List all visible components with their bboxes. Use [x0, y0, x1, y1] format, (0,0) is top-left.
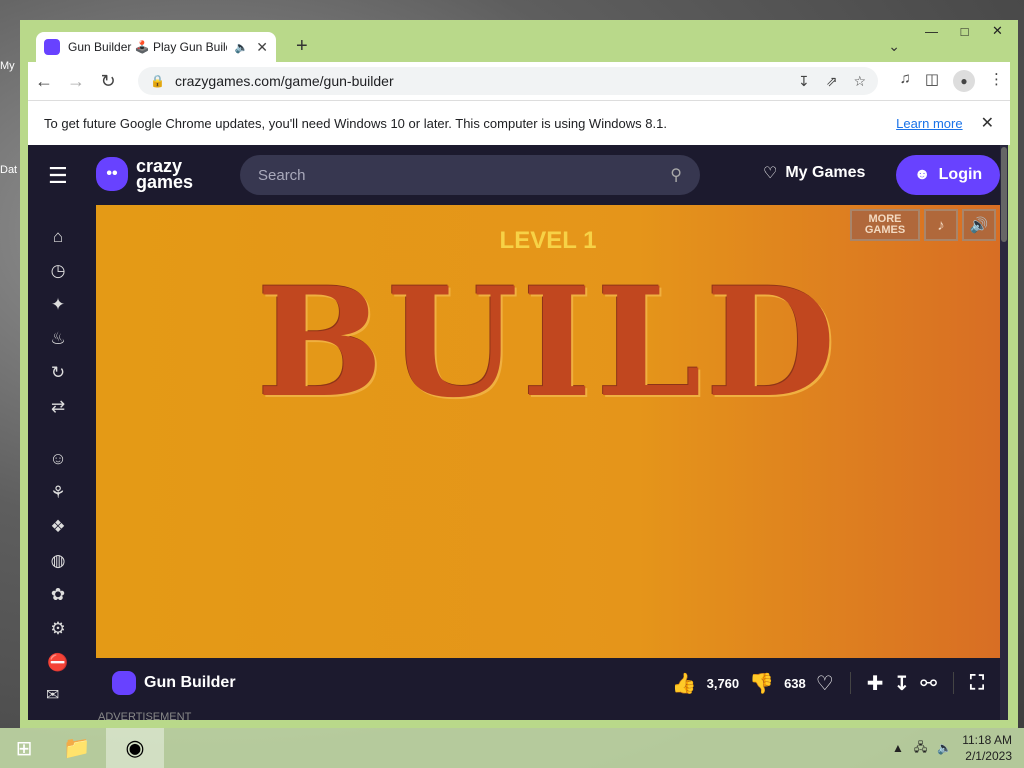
flower-icon[interactable]: ✿ [46, 585, 70, 609]
clock-icon[interactable]: ◷ [46, 261, 70, 285]
user-icon: ☻ [913, 166, 931, 183]
refresh-icon[interactable]: ↻ [46, 363, 70, 387]
login-label: Login [938, 166, 983, 183]
advertisement-label: ADVERTISEMENT [98, 711, 192, 720]
site-header: ☰ •• crazy games Search ⚲ ♡ My Games ☻ L… [28, 145, 1008, 205]
browser-window: — □ ✕ Gun Builder 🕹️ Play Gun Builder 🔈 … [20, 20, 1018, 728]
login-button[interactable]: ☻ Login [896, 155, 1000, 195]
game-logo-icon [112, 671, 136, 695]
windows-start-icon[interactable]: ⊞ [0, 728, 48, 768]
browser-toolbar: ← → ↻ 🔒 crazygames.com/game/gun-builder … [28, 62, 1010, 100]
file-explorer-icon[interactable]: 📁 [48, 728, 106, 768]
sidebar: ⌂ ◷ ✦ ♨ ↻ ⇄ ☺ ⚘ ❖ ◍ ✿ ⚙ ⛔ ✉ [28, 205, 88, 720]
heart-icon: ♡ [763, 165, 778, 182]
url-text: crazygames.com/game/gun-builder [174, 73, 394, 89]
bike-icon[interactable]: ⚙ [46, 619, 70, 643]
clock-date: 2/1/2023 [965, 749, 1012, 763]
fullscreen-icon[interactable]: ⛶ [970, 672, 984, 695]
divider [849, 672, 851, 694]
profile-avatar-icon[interactable]: ● [953, 70, 975, 92]
home-icon[interactable]: ⌂ [46, 227, 70, 251]
learn-more-link[interactable]: Learn more [896, 116, 962, 131]
menu-collapse-icon[interactable]: ☰ [48, 163, 68, 189]
menu-kebab-icon[interactable]: ⋮ [989, 70, 1004, 92]
shuffle-icon[interactable]: ⇄ [46, 397, 70, 421]
infobar-message: To get future Google Chrome updates, you… [44, 115, 667, 131]
embed-icon[interactable]: ✚ [867, 671, 884, 696]
install-icon[interactable]: ↧ [798, 73, 810, 90]
media-control-icon[interactable]: ♫ [900, 70, 911, 92]
web-page: ☰ •• crazy games Search ⚲ ♡ My Games ☻ L… [28, 145, 1008, 720]
star-icon[interactable]: ☆ [853, 73, 866, 90]
sparkle-icon[interactable]: ✦ [46, 295, 70, 319]
scrollbar-thumb[interactable] [1001, 147, 1007, 242]
system-tray: ▲ 🖧 🔈 11:18 AM 2/1/2023 [892, 732, 1024, 764]
my-games-button[interactable]: ♡ My Games [763, 163, 865, 183]
site-logo[interactable]: •• crazy games [96, 157, 193, 191]
my-games-label: My Games [785, 164, 866, 181]
compass-icon[interactable]: ❖ [46, 517, 70, 541]
build-title: BUILD [256, 255, 840, 431]
logo-text-line2: games [136, 172, 194, 192]
tray-expand-icon[interactable]: ▲ [892, 741, 904, 755]
download-icon[interactable]: ↧ [893, 671, 910, 696]
divider [953, 672, 954, 694]
more-games-button[interactable]: MORE GAMES [850, 209, 920, 241]
music-icon[interactable]: ♪ [924, 209, 958, 241]
share-icon[interactable]: ⚯ [920, 671, 937, 696]
tab-title: Gun Builder 🕹️ Play Gun Builder [68, 40, 227, 54]
fire-icon[interactable]: ♨ [46, 329, 70, 353]
grass-icon[interactable]: ⚘ [46, 483, 70, 507]
dislike-count: 638 [784, 675, 806, 691]
thumbs-down-icon[interactable]: 👎 [749, 671, 774, 696]
mail-icon[interactable]: ✉ [46, 685, 59, 705]
basketball-icon[interactable]: ◍ [46, 551, 70, 575]
game-title: Gun Builder [144, 674, 236, 691]
share-icon[interactable]: ⇗ [826, 73, 838, 90]
game-canvas[interactable]: LEVEL 1 BUILD MORE GAMES ♪ 🔊 [96, 205, 1000, 658]
taskbar: ⊞ 📁 ◉ ▲ 🖧 🔈 11:18 AM 2/1/2023 [0, 728, 1024, 768]
clock-time: 11:18 AM [962, 733, 1012, 747]
volume-icon[interactable]: 🔈 [937, 741, 952, 755]
browser-tab[interactable]: Gun Builder 🕹️ Play Gun Builder 🔈 ✕ [36, 32, 276, 62]
update-infobar: To get future Google Chrome updates, you… [28, 100, 1010, 145]
scrollbar[interactable] [1000, 145, 1008, 720]
game-info-bar: Gun Builder 👍 3,760 👎 638 ♡ ✚ ↧ ⚯ ⛶ [96, 658, 1000, 708]
clock[interactable]: 11:18 AM 2/1/2023 [962, 732, 1012, 764]
sound-icon[interactable]: 🔊 [962, 209, 996, 241]
search-icon[interactable]: ⚲ [670, 165, 682, 185]
thumbs-up-icon[interactable]: 👍 [672, 671, 697, 696]
forward-icon[interactable]: → [60, 71, 92, 92]
car-icon[interactable]: ⛔ [46, 653, 70, 677]
back-icon[interactable]: ← [28, 71, 60, 92]
close-icon[interactable]: ✕ [981, 113, 994, 133]
desktop-icon-label[interactable]: My [0, 60, 15, 72]
new-tab-icon[interactable]: + [296, 35, 308, 58]
tab-close-icon[interactable]: ✕ [256, 39, 268, 56]
reload-icon[interactable]: ↻ [92, 71, 124, 92]
search-input[interactable]: Search ⚲ [240, 155, 700, 195]
network-icon[interactable]: 🖧 [914, 738, 927, 759]
lock-icon[interactable]: 🔒 [150, 74, 165, 88]
tab-strip: Gun Builder 🕹️ Play Gun Builder 🔈 ✕ + ⌄ [28, 30, 1010, 62]
like-count: 3,760 [706, 675, 740, 691]
address-bar[interactable]: 🔒 crazygames.com/game/gun-builder ↧ ⇗ ☆ [138, 67, 878, 95]
speaker-icon[interactable]: 🔈 [235, 41, 249, 54]
multiplayer-icon[interactable]: ☺ [46, 449, 70, 473]
crazygames-logo-icon: •• [96, 157, 128, 191]
side-panel-icon[interactable]: ◫ [925, 70, 939, 92]
favorite-heart-icon[interactable]: ♡ [816, 671, 834, 696]
search-placeholder: Search [258, 166, 306, 184]
crazygames-favicon-icon [44, 39, 60, 55]
desktop-icon-label[interactable]: Dat [0, 164, 17, 176]
chrome-icon[interactable]: ◉ [106, 728, 164, 768]
chevron-down-icon[interactable]: ⌄ [888, 38, 900, 55]
